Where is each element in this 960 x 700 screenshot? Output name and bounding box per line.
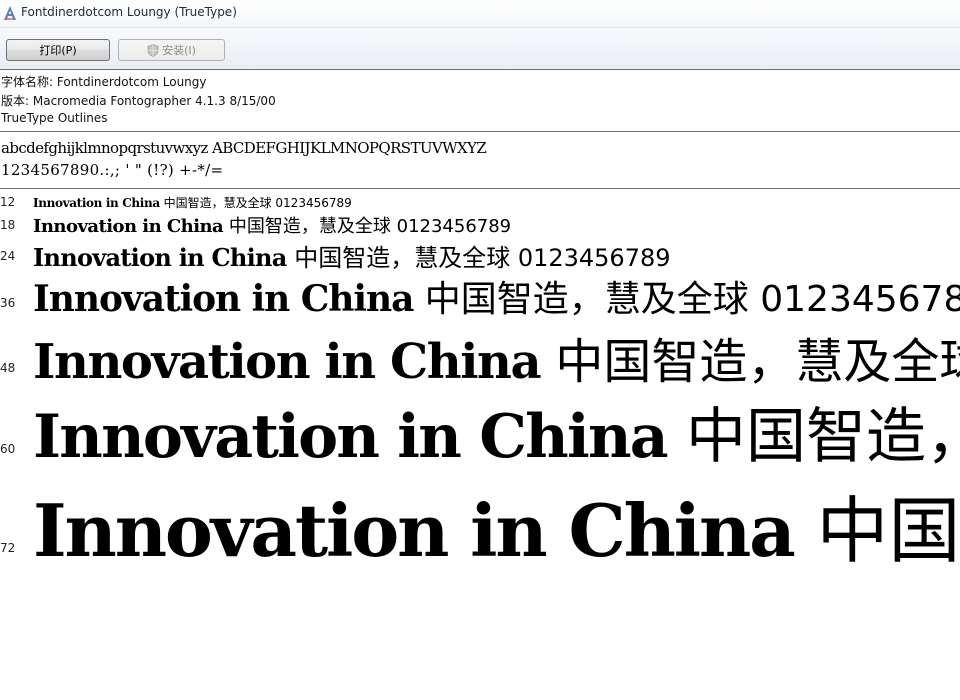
sample-row-36: 36 Innovation in China 中国智造，慧及全球 0123456…: [0, 270, 960, 320]
font-outlines-line: TrueType Outlines: [1, 111, 108, 125]
sample-text: Innovation in China 中国智造，慧及全球 0123456789: [33, 194, 352, 211]
uac-shield-icon: [147, 44, 159, 57]
sample-cjk-digits: 中国智造，慧及全球 0123456789: [816, 489, 960, 572]
sample-latin: Innovation in China: [33, 402, 669, 472]
sample-text: Innovation in China 中国智造，慧及全球 0123456789: [33, 212, 511, 238]
divider: [0, 188, 960, 189]
install-button-label: 安装(I): [162, 44, 196, 57]
sample-latin: Innovation in China: [33, 243, 287, 272]
sample-row-72: 72 Innovation in China 中国智造，慧及全球 0123456…: [0, 472, 960, 572]
sample-cjk-digits: 中国智造，慧及全球 0123456789: [413, 279, 960, 320]
window-title: Fontdinerdotcom Loungy (TrueType): [21, 5, 237, 19]
charset-digits-symbols: 1234567890.:,; ' " (!?) +-*/=: [1, 161, 224, 179]
sample-latin: Innovation in China: [33, 196, 160, 210]
print-button[interactable]: 打印(P): [6, 39, 110, 61]
sample-text: Innovation in China 中国智造，慧及全球 0123456789: [33, 270, 960, 320]
sample-latin: Innovation in China: [33, 216, 224, 237]
sample-text: Innovation in China 中国智造，慧及全球 0123456789: [33, 322, 960, 388]
font-viewer-app-icon: [4, 6, 16, 20]
sample-size-label: 18: [0, 218, 16, 232]
sample-cjk-digits: 中国智造，慧及全球 0123456789: [555, 334, 960, 388]
sample-size-label: 72: [0, 541, 16, 555]
font-version-line: 版本: Macromedia Fontographer 4.1.3 8/15/0…: [1, 94, 276, 108]
divider: [0, 69, 960, 70]
sample-text: Innovation in China 中国智造，慧及全球 0123456789: [33, 238, 671, 272]
sample-cjk-digits: 中国智造，慧及全球 0123456789: [223, 216, 512, 237]
sample-row-12: 12 Innovation in China 中国智造，慧及全球 0123456…: [0, 194, 960, 212]
sample-cjk-digits: 中国智造，慧及全球 0123456789: [685, 402, 960, 472]
install-button[interactable]: 安装(I): [118, 39, 225, 61]
sample-size-label: 36: [0, 296, 16, 310]
print-button-label: 打印(P): [39, 44, 77, 57]
window-title-bar[interactable]: Fontdinerdotcom Loungy (TrueType): [0, 0, 960, 27]
sample-text: Innovation in China 中国智造，慧及全球 0123456789: [33, 388, 960, 472]
sample-latin: Innovation in China: [33, 334, 542, 388]
font-name-line: 字体名称: Fontdinerdotcom Loungy: [1, 75, 207, 89]
charset-letters: abcdefghijklmnopqrstuvwxyz ABCDEFGHIJKLM…: [1, 139, 487, 157]
sample-size-label: 48: [0, 361, 16, 375]
sample-row-24: 24 Innovation in China 中国智造，慧及全球 0123456…: [0, 238, 960, 272]
sample-row-48: 48 Innovation in China 中国智造，慧及全球 0123456…: [0, 322, 960, 388]
sample-text: Innovation in China 中国智造，慧及全球 0123456789: [33, 472, 960, 572]
divider: [0, 131, 960, 132]
toolbar: 打印(P) 安装(I): [0, 27, 960, 70]
sample-latin: Innovation in China: [33, 278, 414, 320]
sample-size-label: 12: [0, 195, 16, 209]
sample-latin: Innovation in China: [33, 488, 796, 572]
sample-row-60: 60 Innovation in China 中国智造，慧及全球 0123456…: [0, 388, 960, 472]
sample-size-label: 24: [0, 249, 16, 263]
sample-size-label: 60: [0, 442, 16, 456]
sample-cjk-digits: 中国智造，慧及全球 0123456789: [286, 244, 671, 272]
sample-cjk-digits: 中国智造，慧及全球 0123456789: [159, 196, 352, 210]
sample-row-18: 18 Innovation in China 中国智造，慧及全球 0123456…: [0, 212, 960, 238]
